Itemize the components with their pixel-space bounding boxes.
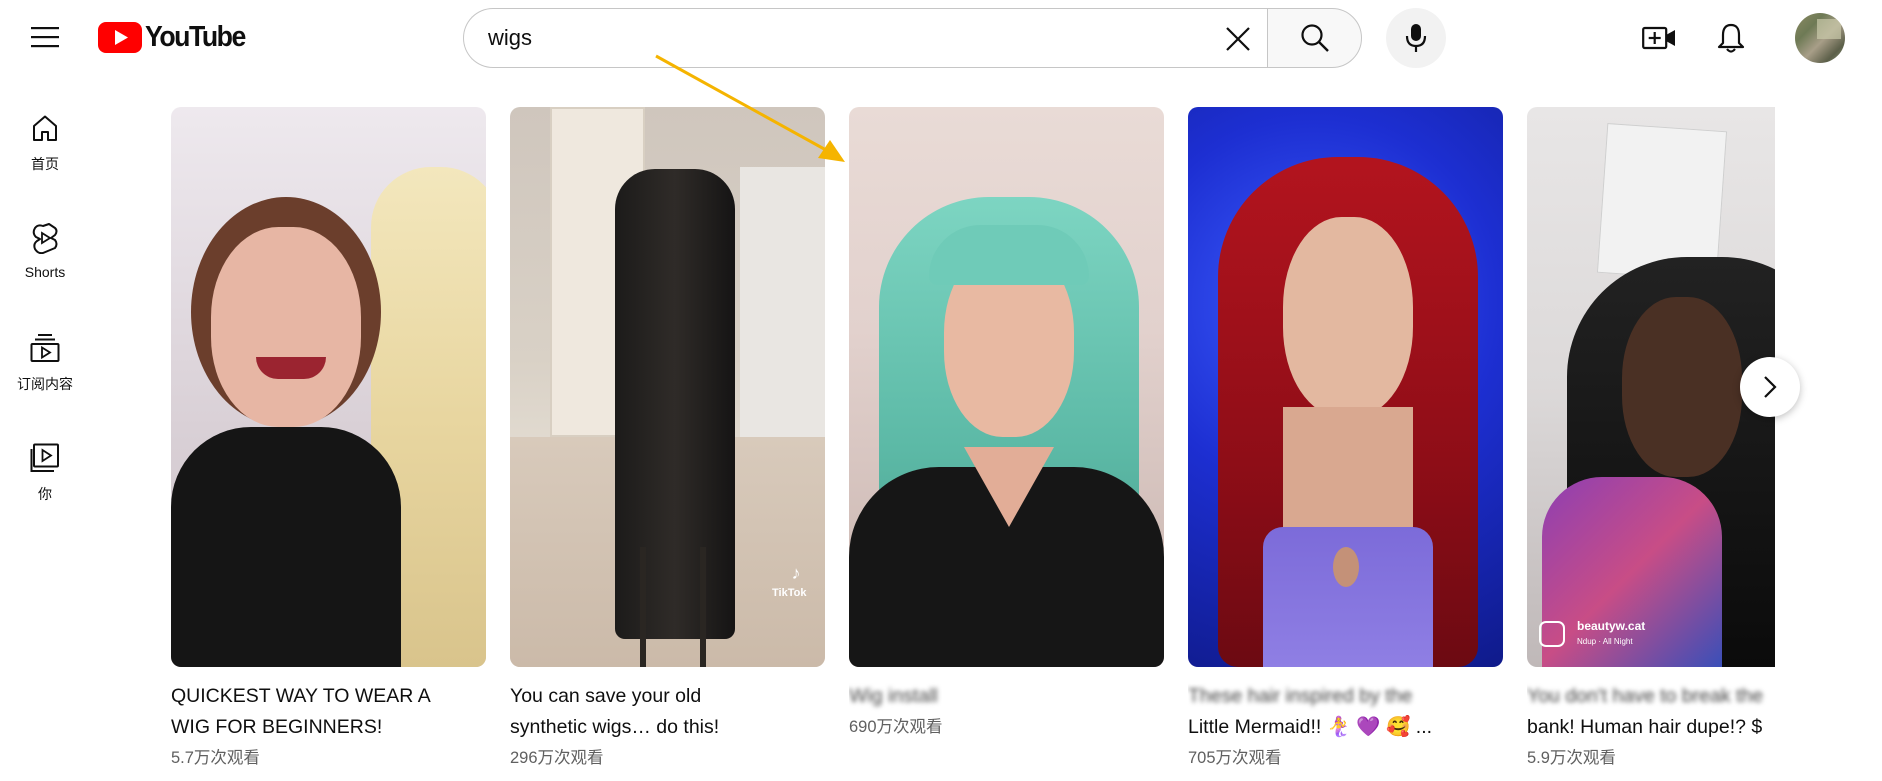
shorts-thumbnail[interactable]: ♪ TikTok: [510, 107, 825, 667]
search-box: [463, 8, 1268, 68]
clear-search-button[interactable]: [1216, 17, 1260, 61]
create-button[interactable]: [1636, 15, 1682, 61]
shorts-thumbnail[interactable]: [1188, 107, 1503, 667]
guide-item-you[interactable]: 你: [0, 430, 90, 510]
view-count: 705万次观看: [1188, 749, 1282, 767]
masthead: YouTube: [0, 0, 1882, 76]
shorts-card[interactable]: ♪ TikTok You can save your old synthetic…: [510, 107, 825, 768]
instagram-icon: [1539, 621, 1565, 647]
menu-icon: [31, 27, 59, 48]
shorts-thumbnail[interactable]: [849, 107, 1164, 667]
account-avatar[interactable]: [1795, 13, 1845, 63]
guide-item-subscriptions[interactable]: 订阅内容: [0, 320, 90, 400]
search-icon: [1300, 24, 1329, 52]
shorts-title[interactable]: You can save your old synthetic wigs… do…: [510, 681, 825, 743]
notifications-button[interactable]: [1708, 15, 1754, 61]
menu-button[interactable]: [22, 14, 68, 60]
youtube-logo[interactable]: YouTube: [98, 20, 254, 53]
guide-item-label: 你: [38, 486, 52, 502]
guide-item-shorts[interactable]: Shorts: [0, 210, 90, 290]
shorts-card[interactable]: beautyw.cat Ndup · All Night You don't h…: [1527, 107, 1775, 768]
bell-icon: [1717, 23, 1745, 53]
you-icon: [30, 443, 59, 472]
view-count: 296万次观看: [510, 749, 604, 767]
shorts-icon: [32, 223, 58, 254]
shorts-card[interactable]: Wig install 690万次观看: [849, 107, 1164, 737]
logo-wordmark: YouTube: [145, 20, 246, 53]
youtube-search-page: YouTube wigs 首页 Shorts 订阅内容 你 QUICKEST W…: [0, 0, 1882, 781]
guide-item-label: 首页: [31, 156, 59, 172]
subscriptions-icon: [30, 334, 60, 362]
shorts-title[interactable]: QUICKEST WAY TO WEAR A WIG FOR BEGINNERS…: [171, 681, 486, 743]
view-count: 5.9万次观看: [1527, 749, 1616, 767]
guide-item-label: Shorts: [24, 264, 66, 280]
shorts-title[interactable]: You don't have to break the bank! Human …: [1527, 681, 1775, 743]
close-icon: [1226, 27, 1250, 51]
guide-item-label: 订阅内容: [17, 376, 73, 392]
tiktok-watermark: TikTok: [772, 587, 807, 599]
voice-search-button[interactable]: [1386, 8, 1446, 68]
chevron-right-icon: [1764, 376, 1777, 398]
tiktok-icon: ♪: [791, 563, 801, 583]
annotation-arrow: [655, 54, 845, 162]
shelf-next-button[interactable]: [1740, 357, 1800, 417]
instagram-sub: Ndup · All Night: [1577, 637, 1633, 646]
home-icon: [33, 115, 57, 141]
shorts-thumbnail[interactable]: beautyw.cat Ndup · All Night: [1527, 107, 1775, 667]
guide-item-home[interactable]: 首页: [0, 100, 90, 180]
mic-icon: [1405, 24, 1427, 52]
search-button[interactable]: [1267, 8, 1362, 68]
shorts-title[interactable]: These hair inspired by the Little Mermai…: [1188, 681, 1503, 743]
shorts-title[interactable]: Wig install: [849, 681, 1164, 712]
video-camera-plus-icon: [1642, 26, 1675, 50]
shorts-shelf: QUICKEST WAY TO WEAR A WIG FOR BEGINNERS…: [171, 107, 1775, 777]
youtube-play-icon: [98, 21, 142, 53]
shorts-thumbnail[interactable]: [171, 107, 486, 667]
shorts-card[interactable]: QUICKEST WAY TO WEAR A WIG FOR BEGINNERS…: [171, 107, 486, 768]
view-count: 690万次观看: [849, 718, 943, 736]
shorts-card[interactable]: These hair inspired by the Little Mermai…: [1188, 107, 1503, 768]
view-count: 5.7万次观看: [171, 749, 260, 767]
instagram-user: beautyw.cat: [1577, 619, 1646, 633]
